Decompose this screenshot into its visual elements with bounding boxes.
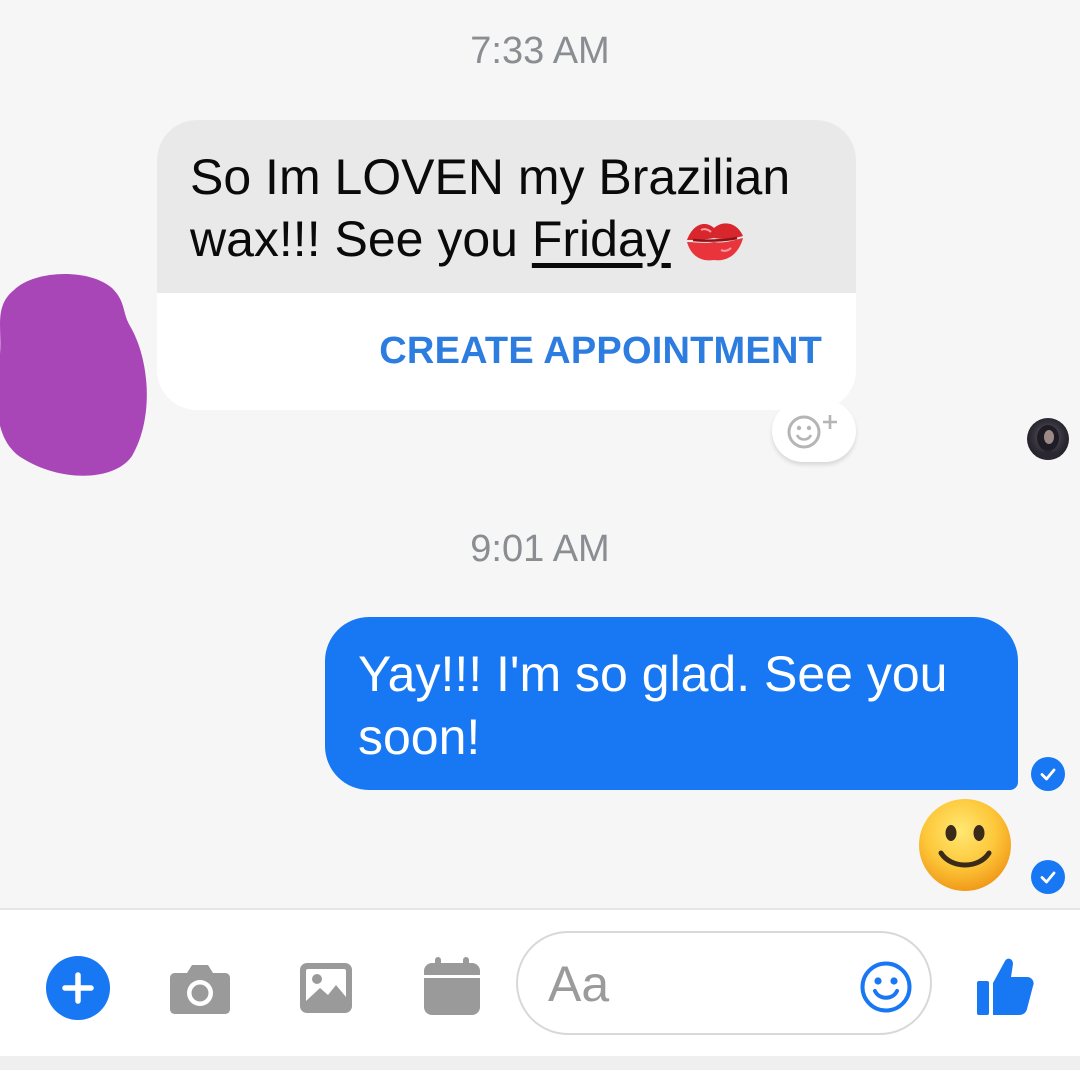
chat-thread: 7:33 AM So Im LOVEN my Brazilian wax!!! … — [0, 0, 1080, 908]
kiss-mark-icon — [686, 223, 743, 261]
avatar[interactable] — [1027, 418, 1069, 460]
slightly-smiling-face-icon[interactable] — [917, 797, 1013, 893]
add-reaction-icon — [787, 415, 837, 449]
like-button[interactable] — [972, 952, 1038, 1020]
profile-photo-icon — [1033, 425, 1063, 460]
image-icon — [300, 963, 352, 1013]
delivered-check-icon — [1031, 860, 1065, 894]
date-link[interactable]: Friday — [532, 211, 671, 267]
incoming-message-card[interactable]: So Im LOVEN my Brazilian wax!!! See you … — [157, 120, 856, 410]
thumbs-up-icon — [977, 958, 1034, 1015]
more-actions-button[interactable] — [46, 956, 110, 1020]
camera-icon — [170, 965, 230, 1014]
emoji-button[interactable] — [858, 959, 914, 1015]
bottom-strip — [0, 1056, 1080, 1070]
incoming-message-text: So Im LOVEN my Brazilian wax!!! See you … — [157, 120, 856, 293]
camera-button[interactable] — [168, 958, 232, 1018]
redaction-blob — [0, 273, 147, 476]
message-input[interactable] — [548, 949, 848, 1019]
delivered-check-icon — [1031, 757, 1065, 791]
calendar-icon — [424, 957, 480, 1015]
smiley-face-icon — [860, 961, 912, 1013]
timestamp: 7:33 AM — [470, 30, 610, 72]
create-appointment-button[interactable]: CREATE APPOINTMENT — [157, 293, 856, 410]
message-input-container[interactable] — [516, 931, 932, 1035]
outgoing-message-bubble[interactable]: Yay!!! I'm so glad. See you soon! — [325, 617, 1018, 790]
calendar-button[interactable] — [422, 954, 482, 1018]
timestamp: 9:01 AM — [470, 528, 610, 570]
plus-icon — [62, 972, 94, 1004]
add-reaction-button[interactable] — [772, 400, 856, 462]
gallery-button[interactable] — [297, 958, 355, 1018]
